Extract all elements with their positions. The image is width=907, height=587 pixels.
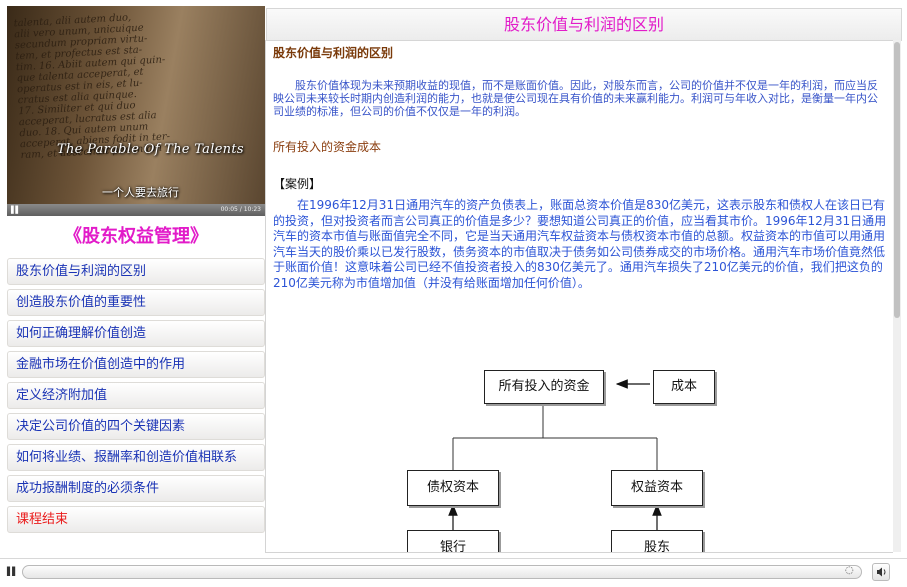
- menu-item-compensation-conditions[interactable]: 成功报酬制度的必须条件: [7, 475, 265, 502]
- content-pane[interactable]: 股东价值与利润的区别 股东价值体现为未来预期收益的现值，而不是账面价值。因此，对…: [265, 40, 893, 553]
- menu-item-define-eva[interactable]: 定义经济附加值: [7, 382, 265, 409]
- player-bar: ▌▌ ◌: [0, 558, 907, 587]
- box-equity-capital: 权益资本: [611, 470, 703, 506]
- box-shareholder: 股东: [611, 530, 703, 552]
- content-scrollbar[interactable]: [893, 40, 901, 552]
- box-all-invested-capital: 所有投入的资金: [484, 370, 604, 404]
- progress-track[interactable]: ◌: [22, 565, 862, 579]
- page-title: 股东价值与利润的区别: [266, 8, 902, 41]
- case-label: 【案例】: [273, 177, 322, 191]
- video-control-bar[interactable]: ▌▌ 00:05 / 10:23: [7, 204, 265, 216]
- menu-item-importance-of-value[interactable]: 创造股东价值的重要性: [7, 289, 265, 316]
- intro-paragraph: 股东价值体现为未来预期收益的现值，而不是账面价值。因此，对股东而言，公司的价值并…: [273, 79, 878, 118]
- capital-cost-diagram: 所有投入的资金 成本 债权资本 权益资本 银行 股东: [403, 368, 723, 552]
- course-title: 《股东权益管理》: [64, 226, 208, 247]
- menu-item-understanding-value-creation[interactable]: 如何正确理解价值创造: [7, 320, 265, 347]
- loop-icon[interactable]: ◌: [845, 565, 857, 577]
- video-preview[interactable]: talenta, alii autem duo, alii vero unum,…: [7, 6, 265, 204]
- menu-item-link-performance-reward[interactable]: 如何将业绩、报酬率和创造价值相联系: [7, 444, 265, 471]
- box-cost: 成本: [653, 370, 715, 404]
- case-paragraph: 在1996年12月31日通用汽车的资产负债表上，账面总资本价值是830亿美元，这…: [273, 198, 887, 290]
- video-caption-english: The Parable Of The Talents: [57, 142, 244, 157]
- scrollbar-thumb[interactable]: [894, 42, 900, 318]
- speaker-glyph: [877, 567, 886, 577]
- box-bank: 银行: [407, 530, 499, 552]
- menu-item-four-key-factors[interactable]: 决定公司价值的四个关键因素: [7, 413, 265, 440]
- chapter-menu: 股东价值与利润的区别 创造股东价值的重要性 如何正确理解价值创造 金融市场在价值…: [7, 258, 265, 537]
- section-title: 股东价值与利润的区别: [273, 46, 394, 60]
- video-time: 00:05 / 10:23: [220, 206, 261, 213]
- menu-item-financial-markets-role[interactable]: 金融市场在价值创造中的作用: [7, 351, 265, 378]
- book-page-image: talenta, alii autem duo, alii vero unum,…: [13, 12, 171, 162]
- pause-icon[interactable]: ▌▌: [7, 565, 23, 579]
- menu-item-shareholder-value-vs-profit[interactable]: 股东价值与利润的区别: [7, 258, 265, 285]
- speaker-icon[interactable]: [872, 563, 890, 581]
- pause-icon[interactable]: ▌▌: [11, 206, 21, 214]
- video-caption-chinese: 一个人要去旅行: [102, 186, 179, 199]
- box-debt-capital: 债权资本: [407, 470, 499, 506]
- subheading: 所有投入的资金成本: [273, 140, 382, 154]
- menu-item-course-end[interactable]: 课程结束: [7, 506, 265, 533]
